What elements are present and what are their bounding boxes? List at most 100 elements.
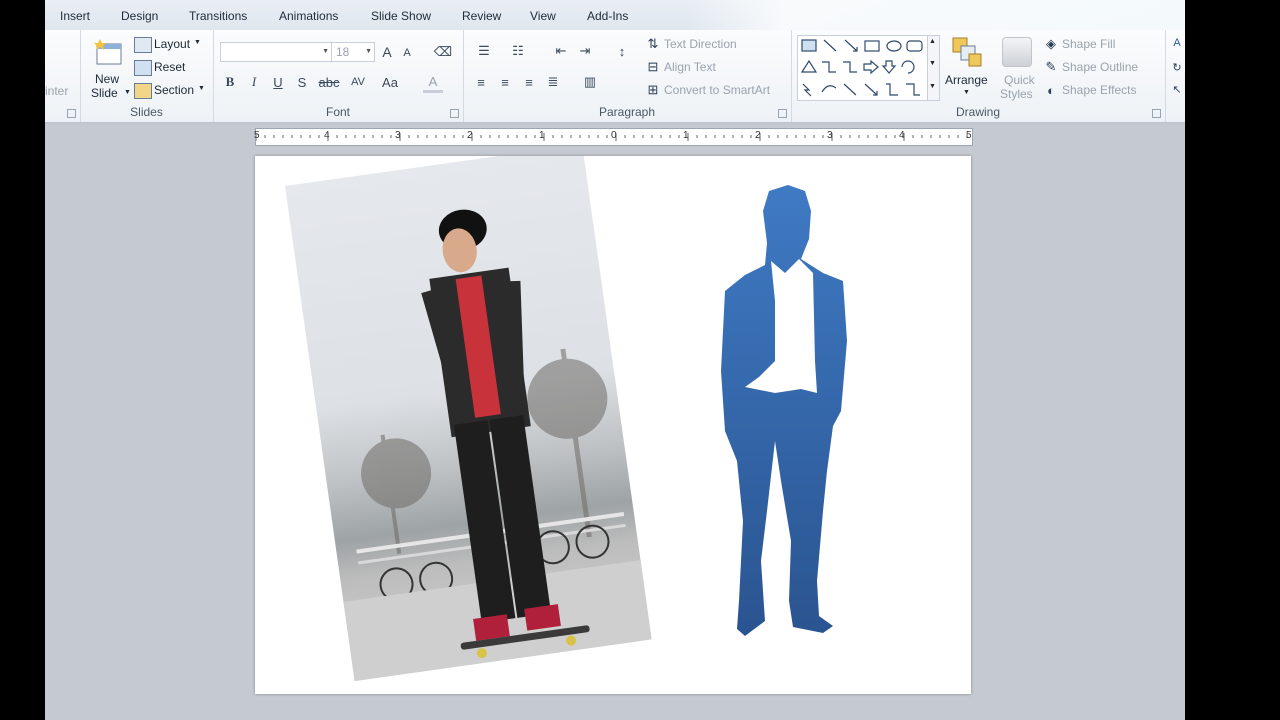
decrease-indent-icon[interactable]: ⇤ [551,42,571,60]
ruler-label: 4 [899,130,905,141]
find-icon[interactable]: A [1171,36,1183,50]
tab-add-ins[interactable]: Add-Ins [587,9,628,23]
font-group-label: Font [325,105,350,119]
quick-styles-icon [1002,37,1032,67]
ruler-label: 0 [611,130,617,141]
font-color-button[interactable]: A [423,72,443,93]
person-silhouette-shape[interactable] [715,181,865,641]
ruler-label: 2 [755,130,761,141]
ruler-label: 3 [827,130,833,141]
shape-outline-label: Shape Outline [1062,60,1139,74]
increase-indent-icon[interactable]: ⇥ [575,42,595,60]
align-text-button[interactable]: ⊟ Align Text [645,58,785,76]
drawing-group: ▲ ▼ ▼ Arrange ▼ Quick Styles ◈ Shape Fil… [791,30,1166,122]
shrink-font-button[interactable]: A [397,44,417,62]
drawing-group-label: Drawing [955,105,1000,119]
layout-label: Layout [154,37,191,51]
clipboard-launcher-icon[interactable] [67,109,76,118]
shape-fill-button[interactable]: ◈ Shape Fill [1043,35,1158,53]
shapes-gallery[interactable] [797,35,929,101]
numbering-icon[interactable]: ☷ [505,42,531,60]
horizontal-ruler[interactable]: 5 4 3 2 1 0 1 2 3 4 5 [254,128,973,146]
paragraph-group-label: Paragraph [598,105,656,119]
align-center-icon[interactable]: ≡ [495,73,515,91]
font-size-value: 18 [336,45,350,59]
font-group: ▼ 18 ▼ A A ⌫ B I U S abc AV Aa A Font [213,30,464,122]
skateboarder-photo[interactable] [285,156,652,682]
line-spacing-icon[interactable]: ↕ [609,42,635,60]
paragraph-dialog-launcher-icon[interactable] [778,109,787,118]
shape-effects-button[interactable]: ◐ Shape Effects [1043,81,1158,99]
clear-formatting-icon[interactable]: ⌫ [433,43,453,61]
font-name-combo[interactable]: ▼ [220,42,332,62]
arrange-icon [952,37,982,67]
section-label: Section [154,83,195,97]
align-left-icon[interactable]: ≡ [471,73,491,91]
convert-smartart-label: Convert to SmartArt [664,83,771,97]
new-slide-label-2: Slide [91,86,118,100]
smartart-icon: ⊞ [647,82,659,97]
section-button[interactable]: Section ▼ [134,82,206,100]
tab-slide-show[interactable]: Slide Show [371,9,431,23]
convert-smartart-button[interactable]: ⊞ Convert to SmartArt [645,81,790,99]
tab-animations[interactable]: Animations [279,9,338,23]
shape-outline-button[interactable]: ✎ Shape Outline [1043,58,1158,76]
tab-review[interactable]: Review [462,9,501,23]
strikethrough-button[interactable]: abc [316,73,342,91]
text-direction-button[interactable]: ⇅ Text Direction [645,35,785,53]
chevron-down-icon: ▼ [365,48,372,55]
shapes-gallery-scroll[interactable]: ▲ ▼ ▼ [927,35,940,101]
select-icon[interactable]: ↖ [1171,82,1183,96]
format-painter-label[interactable]: inter [45,84,68,98]
ribbon: inter New Slide ▼ Layout ▼ Reset Section… [45,30,1185,123]
shape-fill-label: Shape Fill [1062,37,1116,51]
reset-button[interactable]: Reset [134,59,206,77]
grow-font-button[interactable]: A [377,43,397,61]
drawing-dialog-launcher-icon[interactable] [1152,109,1161,118]
arrange-label: Arrange [945,73,988,87]
chevron-down-icon: ▼ [194,39,201,46]
columns-icon[interactable]: ▥ [577,73,603,91]
ruler-label: 1 [683,130,689,141]
slides-group-label: Slides [130,105,163,119]
ruler-label: 2 [467,130,473,141]
justify-icon[interactable]: ≣ [543,73,563,91]
layout-icon [134,37,152,53]
chevron-down-icon: ▼ [198,85,205,92]
arrange-button[interactable]: Arrange ▼ [941,33,993,103]
chevron-up-icon: ▲ [929,38,936,45]
quick-styles-button[interactable]: Quick Styles [995,33,1039,103]
more-icon: ▼ [929,83,936,90]
ruler-label: 4 [324,130,330,141]
slides-group: New Slide ▼ Layout ▼ Reset Section ▼ Sli… [80,30,214,122]
paint-bucket-icon: ◈ [1046,36,1056,51]
bold-button[interactable]: B [220,73,240,91]
slide-canvas[interactable] [255,156,971,694]
tab-view[interactable]: View [530,9,556,23]
change-case-button[interactable]: Aa [378,73,402,91]
replace-icon[interactable]: ↻ [1171,60,1183,74]
tab-design[interactable]: Design [121,9,158,23]
new-slide-button[interactable]: New Slide ▼ [88,34,131,102]
tab-transitions[interactable]: Transitions [189,9,247,23]
font-size-combo[interactable]: 18 ▼ [331,42,375,62]
character-spacing-button[interactable]: AV [346,73,370,91]
photo-scene [343,209,652,682]
align-text-label: Align Text [664,60,716,74]
chevron-down-icon: ▼ [322,48,329,55]
editing-group-clipped: A ↻ ↖ [1165,30,1185,122]
font-dialog-launcher-icon[interactable] [450,109,459,118]
bullets-icon[interactable]: ☰ [471,42,497,60]
align-right-icon[interactable]: ≡ [519,73,539,91]
section-icon [134,83,152,99]
underline-button[interactable]: U [268,73,288,91]
layout-button[interactable]: Layout ▼ [134,36,206,54]
ruler-label: 1 [539,130,545,141]
quick-styles-label: Quick [1004,73,1035,87]
chevron-down-icon: ▼ [929,60,936,67]
text-direction-icon: ⇅ [647,36,659,51]
italic-button[interactable]: I [244,73,264,91]
text-shadow-button[interactable]: S [292,73,312,91]
tab-insert[interactable]: Insert [60,9,90,23]
ribbon-tabs: Insert Design Transitions Animations Sli… [45,0,1185,32]
